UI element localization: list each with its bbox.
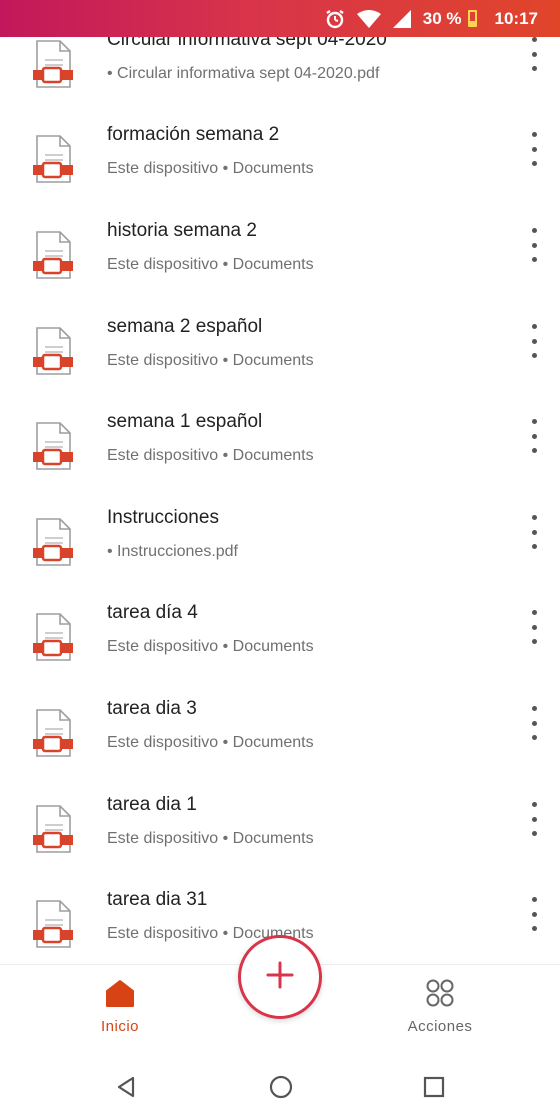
plus-icon — [265, 960, 295, 995]
pdf-file-icon — [33, 231, 73, 281]
signal-icon — [392, 9, 411, 28]
file-row[interactable]: Circular informativa sept 04-2020 • Circ… — [0, 29, 560, 125]
more-options-icon[interactable] — [526, 324, 542, 358]
file-row[interactable]: tarea día 4 Este dispositivo • Documents — [0, 602, 560, 698]
more-options-icon[interactable] — [526, 897, 542, 931]
alarm-icon — [325, 9, 345, 29]
file-location: Este dispositivo • Documents — [107, 447, 314, 464]
more-options-icon[interactable] — [526, 419, 542, 453]
pdf-file-icon — [33, 40, 73, 90]
recents-icon[interactable] — [419, 1072, 449, 1102]
file-location: Este dispositivo • Documents — [107, 638, 314, 655]
battery-percent: 30 % — [422, 8, 462, 28]
pdf-file-icon — [33, 613, 73, 663]
more-options-icon[interactable] — [526, 802, 542, 836]
more-options-icon[interactable] — [526, 610, 542, 644]
file-title: semana 1 español — [107, 411, 263, 432]
pdf-file-icon — [33, 900, 73, 950]
file-title: formación semana 2 — [107, 124, 280, 145]
nav-home-label: Inicio — [100, 1018, 140, 1035]
bottom-navigation: Inicio Acciones — [0, 935, 560, 1054]
file-title: semana 2 español — [107, 316, 263, 337]
file-title: tarea dia 3 — [107, 698, 197, 719]
file-title: tarea dia 31 — [107, 889, 208, 910]
file-row[interactable]: Instrucciones • Instrucciones.pdf — [0, 507, 560, 603]
file-row[interactable]: semana 1 español Este dispositivo • Docu… — [0, 411, 560, 507]
system-navigation-bar — [0, 1054, 560, 1120]
file-row[interactable]: tarea dia 3 Este dispositivo • Documents — [0, 698, 560, 794]
more-options-icon[interactable] — [526, 228, 542, 262]
pdf-file-icon — [33, 518, 73, 568]
file-location: • Instrucciones.pdf — [107, 543, 238, 560]
nav-actions-label: Acciones — [407, 1018, 473, 1035]
battery-icon — [467, 10, 477, 27]
more-options-icon[interactable] — [526, 132, 542, 166]
clock: 10:17 — [494, 8, 538, 28]
file-title: tarea dia 1 — [107, 794, 197, 815]
pdf-file-icon — [33, 709, 73, 759]
file-location: Este dispositivo • Documents — [107, 352, 314, 369]
file-title: historia semana 2 — [107, 220, 257, 241]
screen: Circular informativa sept 04-2020 • Circ… — [0, 0, 560, 1120]
back-icon[interactable] — [111, 1072, 141, 1102]
nav-home[interactable]: Inicio — [70, 979, 170, 1035]
file-row[interactable]: semana 2 español Este dispositivo • Docu… — [0, 316, 560, 412]
file-title: Instrucciones — [107, 507, 219, 528]
status-bar: 30 % 10:17 — [0, 0, 560, 37]
more-options-icon[interactable] — [526, 37, 542, 71]
home-circle-icon[interactable] — [266, 1072, 296, 1102]
file-row[interactable]: historia semana 2 Este dispositivo • Doc… — [0, 220, 560, 316]
more-options-icon[interactable] — [526, 515, 542, 549]
file-row[interactable]: tarea dia 1 Este dispositivo • Documents — [0, 794, 560, 890]
pdf-file-icon — [33, 135, 73, 185]
pdf-file-icon — [33, 805, 73, 855]
pdf-file-icon — [33, 327, 73, 377]
nav-actions[interactable]: Acciones — [390, 979, 490, 1035]
home-icon — [105, 979, 135, 1012]
apps-grid-icon — [425, 979, 455, 1012]
wifi-icon — [356, 9, 381, 28]
file-location: Este dispositivo • Documents — [107, 256, 314, 273]
file-title: tarea día 4 — [107, 602, 198, 623]
create-new-button[interactable] — [238, 935, 322, 1019]
more-options-icon[interactable] — [526, 706, 542, 740]
file-row[interactable]: formación semana 2 Este dispositivo • Do… — [0, 124, 560, 220]
file-location: Este dispositivo • Documents — [107, 160, 314, 177]
file-location: Este dispositivo • Documents — [107, 734, 314, 751]
file-location: Este dispositivo • Documents — [107, 830, 314, 847]
pdf-file-icon — [33, 422, 73, 472]
file-location: • Circular informativa sept 04-2020.pdf — [107, 65, 380, 82]
